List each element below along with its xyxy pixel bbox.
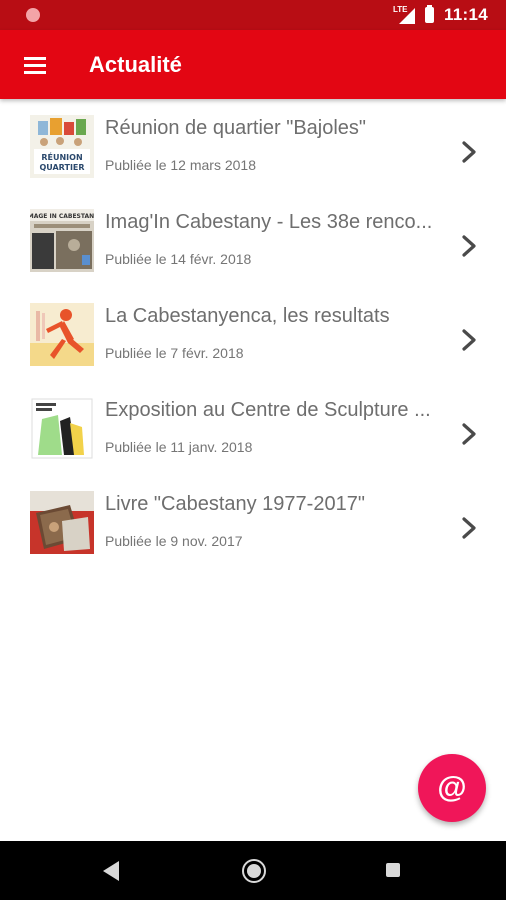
app-bar: Actualité — [0, 30, 506, 99]
news-date: Publiée le 14 févr. 2018 — [105, 251, 252, 267]
thumb-line-1: RÉUNION — [41, 151, 82, 162]
at-sign-icon: @ — [437, 771, 467, 804]
news-thumbnail — [30, 397, 94, 460]
notification-icon — [26, 8, 40, 22]
news-date: Publiée le 7 févr. 2018 — [105, 345, 244, 361]
back-icon[interactable] — [103, 861, 119, 881]
home-icon[interactable] — [242, 859, 266, 883]
news-title: Exposition au Centre de Sculpture ... — [105, 399, 431, 421]
thumb-caption: IMAGE IN CABESTANY — [30, 213, 94, 220]
news-thumbnail — [30, 303, 94, 366]
news-title: Imag'In Cabestany - Les 38e renco... — [105, 211, 433, 233]
hamburger-menu-icon[interactable] — [18, 48, 52, 82]
navigation-bar — [0, 841, 506, 900]
recent-apps-icon[interactable] — [386, 863, 400, 877]
chevron-right-icon — [462, 329, 476, 351]
chevron-right-icon — [462, 141, 476, 163]
news-list: RÉUNION QUARTIER Réunion de quartier "Ba… — [0, 99, 506, 569]
page-title: Actualité — [89, 52, 182, 77]
news-thumbnail — [30, 491, 94, 554]
news-title: Livre "Cabestany 1977-2017" — [105, 493, 365, 515]
news-title: Réunion de quartier "Bajoles" — [105, 117, 367, 139]
news-item[interactable]: La Cabestanyenca, les resultats Publiée … — [0, 287, 506, 381]
news-title: La Cabestanyenca, les resultats — [105, 305, 390, 327]
news-date: Publiée le 11 janv. 2018 — [105, 439, 253, 455]
status-time: 11:14 — [443, 5, 488, 24]
email-fab-button[interactable]: @ — [418, 754, 486, 822]
chevron-right-icon — [462, 235, 476, 257]
chevron-right-icon — [462, 423, 476, 445]
thumb-line-2: QUARTIER — [39, 163, 84, 172]
chevron-right-icon — [462, 517, 476, 539]
lte-signal-icon: LTE — [393, 5, 415, 24]
news-thumbnail: RÉUNION QUARTIER — [30, 115, 94, 178]
battery-icon — [424, 5, 434, 23]
news-item[interactable]: RÉUNION QUARTIER Réunion de quartier "Ba… — [0, 99, 506, 193]
news-date: Publiée le 12 mars 2018 — [105, 157, 256, 173]
news-item[interactable]: Exposition au Centre de Sculpture ... Pu… — [0, 381, 506, 475]
news-thumbnail: IMAGE IN CABESTANY — [30, 209, 94, 272]
news-item[interactable]: IMAGE IN CABESTANY Imag'In Cabestany - L… — [0, 193, 506, 287]
news-item[interactable]: Livre "Cabestany 1977-2017" Publiée le 9… — [0, 475, 506, 569]
status-icons: LTE 11:14 — [393, 5, 488, 25]
status-bar: LTE 11:14 — [0, 0, 506, 30]
news-date: Publiée le 9 nov. 2017 — [105, 533, 243, 549]
